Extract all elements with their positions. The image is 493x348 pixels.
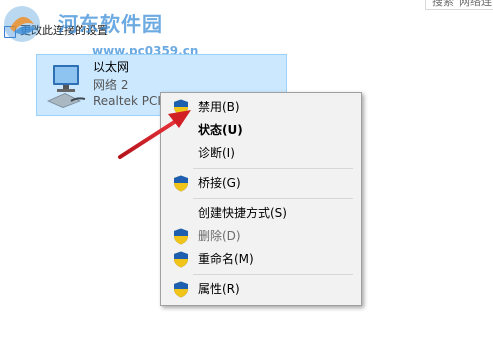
adapter-network: 网络 2 <box>93 78 129 92</box>
menu-item-create-shortcut[interactable]: 创建快捷方式(S) <box>163 202 359 224</box>
menu-item-label: 重命名(M) <box>198 252 254 266</box>
uac-shield-icon <box>174 251 188 268</box>
menu-item-disable[interactable]: 禁用(B) <box>163 96 359 118</box>
menu-separator <box>193 274 353 275</box>
watermark-logo <box>4 6 40 42</box>
context-menu: 禁用(B) 状态(U) 诊断(I) 桥接(G) 创建快捷方式(S) 删除(D) <box>160 92 362 306</box>
uac-shield-icon <box>174 175 188 192</box>
menu-item-label: 诊断(I) <box>198 146 235 160</box>
menu-item-status[interactable]: 状态(U) <box>163 119 359 141</box>
menu-item-label: 属性(R) <box>198 282 240 296</box>
menu-item-bridge[interactable]: 桥接(G) <box>163 172 359 194</box>
menu-item-label: 删除(D) <box>198 229 241 243</box>
search-input[interactable]: 搜索"网络连 <box>425 0 493 10</box>
menu-item-properties[interactable]: 属性(R) <box>163 278 359 300</box>
uac-shield-icon <box>174 228 188 245</box>
network-adapter-icon <box>47 65 86 108</box>
uac-shield-icon <box>174 99 188 116</box>
menu-separator <box>193 168 353 169</box>
adapter-device: Realtek PCIe <box>93 94 169 108</box>
menu-separator <box>193 198 353 199</box>
menu-item-label: 创建快捷方式(S) <box>198 206 287 220</box>
menu-item-label: 桥接(G) <box>198 176 241 190</box>
adapter-name: 以太网 <box>93 60 130 74</box>
uac-shield-icon <box>174 281 188 298</box>
menu-item-label: 状态(U) <box>198 123 243 137</box>
menu-item-diagnose[interactable]: 诊断(I) <box>163 142 359 164</box>
menu-item-rename[interactable]: 重命名(M) <box>163 248 359 270</box>
menu-item-label: 禁用(B) <box>198 100 240 114</box>
menu-item-delete: 删除(D) <box>163 225 359 247</box>
watermark-title: 河东软件园 <box>58 12 163 36</box>
